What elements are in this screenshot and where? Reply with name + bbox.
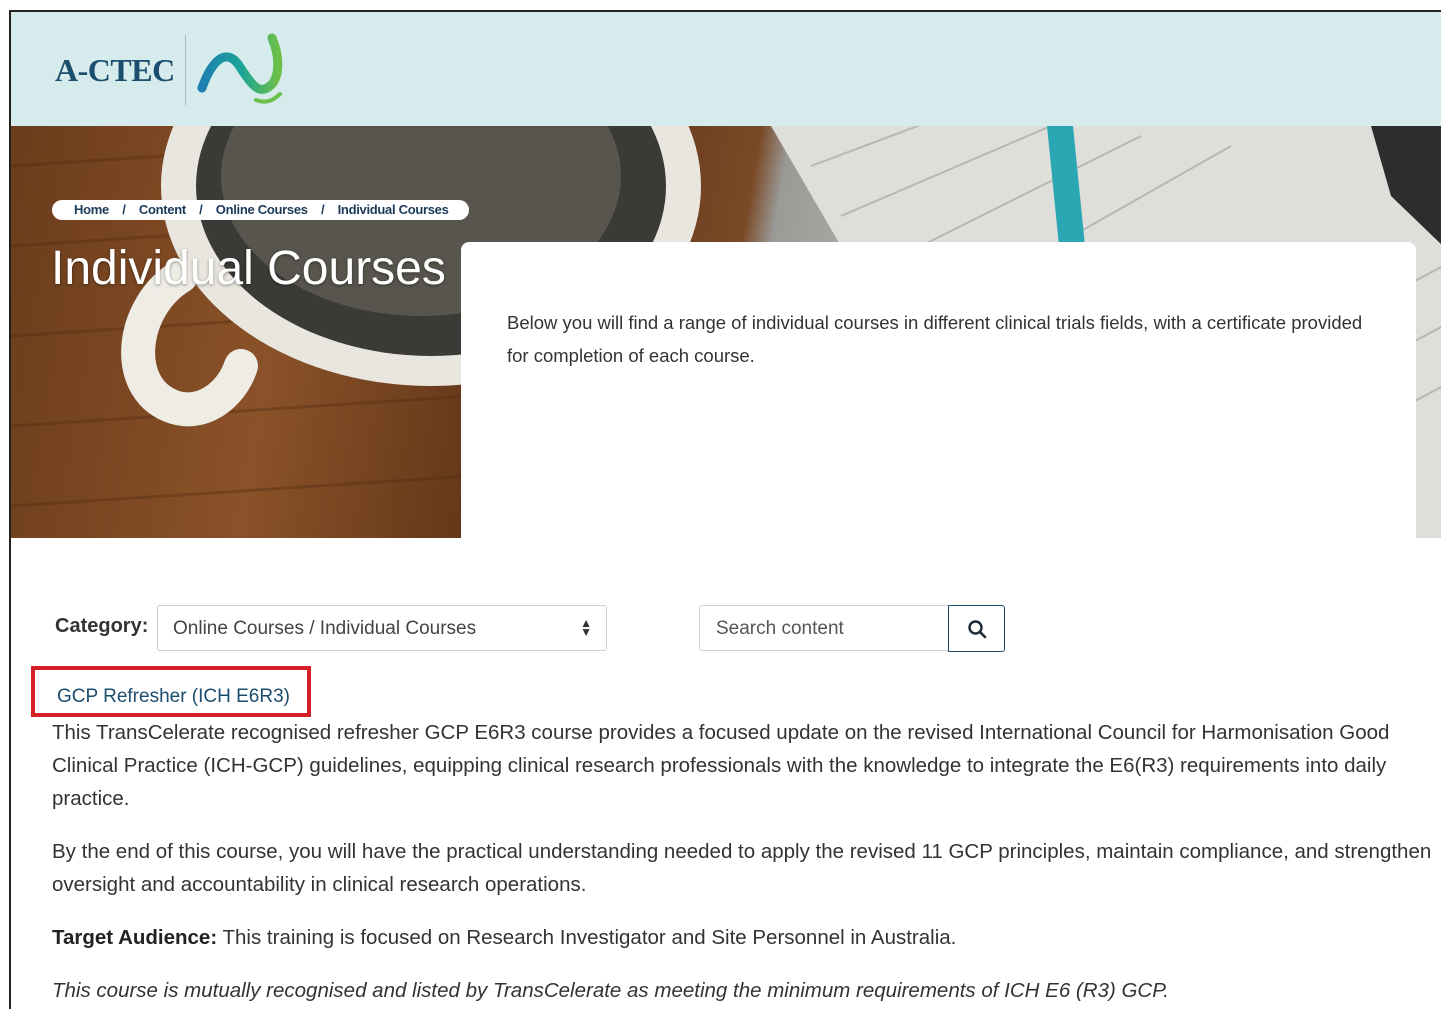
course-audience: Target Audience: This training is focuse… — [52, 921, 1441, 954]
breadcrumb-separator: / — [199, 202, 203, 217]
select-arrows-icon: ▲ ▼ — [580, 616, 592, 639]
breadcrumb-separator: / — [122, 202, 126, 217]
hero-banner: Home / Content / Online Courses / Indivi… — [11, 126, 1441, 538]
course-title-link[interactable]: GCP Refresher (ICH E6R3) — [57, 686, 290, 708]
page-title: Individual Courses — [51, 242, 446, 295]
logo-text: A-CTEC — [55, 51, 175, 88]
breadcrumb-separator: / — [321, 202, 325, 217]
search-icon — [967, 619, 986, 638]
site-logo[interactable]: A-CTEC — [55, 30, 292, 110]
breadcrumb-content-link[interactable]: Content — [139, 202, 186, 217]
browser-frame: A-CTEC Home / Content / Online Courses /… — [9, 10, 1441, 1009]
category-label: Category: — [55, 615, 149, 637]
course-recognition: This course is mutually recognised and l… — [52, 974, 1441, 1007]
course-paragraph-2: By the end of this course, you will have… — [52, 840, 1432, 896]
wave-logo-icon — [197, 33, 282, 104]
recognition-note: This course is mutually recognised and l… — [52, 979, 1169, 1002]
site-header: A-CTEC — [11, 12, 1441, 126]
intro-card: Below you will find a range of individua… — [461, 242, 1416, 538]
category-select[interactable]: Online Courses / Individual Courses ▲ ▼ — [157, 605, 607, 651]
search-button[interactable] — [948, 605, 1005, 652]
course-description: This TransCelerate recognised refresher … — [52, 716, 1441, 1009]
intro-text: Below you will find a range of individua… — [507, 312, 1363, 366]
audience-label: Target Audience: — [52, 926, 218, 949]
logo-divider — [184, 35, 186, 105]
category-select-value: Online Courses / Individual Courses — [173, 618, 477, 639]
breadcrumb: Home / Content / Online Courses / Indivi… — [52, 200, 469, 220]
course-paragraph-1: This TransCelerate recognised refresher … — [52, 721, 1390, 810]
breadcrumb-home-link[interactable]: Home — [74, 202, 109, 217]
audience-text: This training is focused on Research Inv… — [217, 926, 957, 949]
search-input[interactable]: Search content — [699, 605, 949, 651]
breadcrumb-individual-courses-link[interactable]: Individual Courses — [338, 202, 449, 217]
breadcrumb-online-courses-link[interactable]: Online Courses — [216, 202, 308, 217]
search-placeholder: Search content — [716, 618, 844, 639]
